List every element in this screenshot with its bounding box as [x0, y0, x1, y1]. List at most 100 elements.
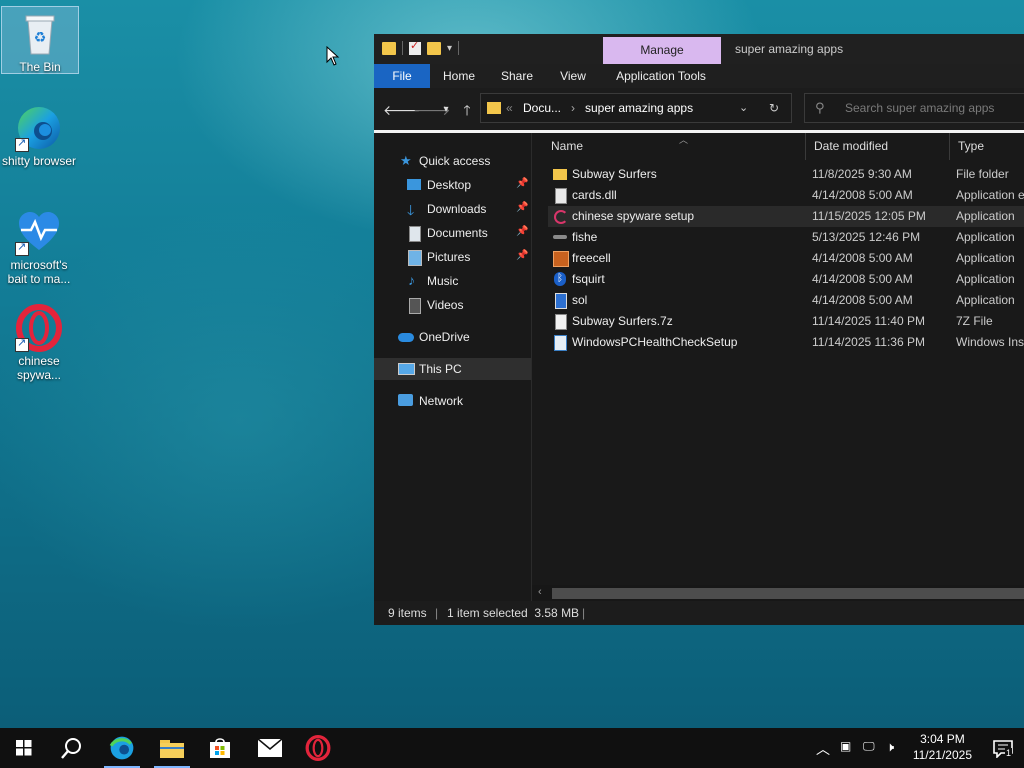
file-row[interactable]: freecell 4/14/2008 5:00 AM Application: [548, 248, 1024, 269]
file-type: File folder: [956, 167, 1009, 181]
show-hidden-icons-chevron-icon[interactable]: ︿: [816, 739, 830, 759]
file-row[interactable]: cards.dll 4/14/2008 5:00 AM Application …: [548, 185, 1024, 206]
recent-locations-chevron-icon[interactable]: ▾: [436, 100, 456, 120]
store-bag-icon: [210, 738, 230, 758]
nav-item-desktop[interactable]: Desktop 📌: [374, 174, 531, 196]
item-count: 9 items: [388, 606, 427, 620]
taskbar: ︿ ▣ 🖵 🕨 3:04 PM 11/21/2025 1: [0, 728, 1024, 768]
breadcrumb-parent[interactable]: Docu...: [523, 101, 561, 115]
ribbon-tabs: File Home Share View Application Tools: [374, 64, 1024, 88]
manage-context-tab[interactable]: Manage: [603, 37, 721, 64]
file-type: Application: [956, 209, 1015, 223]
file-icon: [555, 314, 567, 330]
refresh-icon[interactable]: ↻: [769, 101, 779, 115]
nav-item-label: Desktop: [427, 178, 472, 192]
address-dropdown-chevron-icon[interactable]: ⌄: [739, 101, 748, 114]
nav-item-label: This PC: [419, 362, 462, 376]
nav-item-videos[interactable]: Videos: [374, 294, 531, 316]
pin-icon[interactable]: 📌: [516, 226, 528, 237]
nav-item-label: Quick access: [419, 154, 491, 168]
search-box[interactable]: ⚲ Search super amazing apps: [804, 93, 1024, 123]
file-date: 4/14/2008 5:00 AM: [812, 293, 913, 307]
file-date: 4/14/2008 5:00 AM: [812, 251, 913, 265]
tab-file[interactable]: File: [374, 64, 430, 88]
recycle-bin-icon: ♻: [16, 10, 64, 58]
column-header-type[interactable]: Type: [950, 133, 1024, 160]
breadcrumb-current[interactable]: super amazing apps: [585, 101, 693, 115]
back-arrow-icon[interactable]: 🡐: [383, 100, 421, 120]
tab-home[interactable]: Home: [436, 64, 482, 88]
divider: [458, 41, 460, 55]
svg-text:♻: ♻: [34, 30, 47, 46]
nav-item-this-pc[interactable]: This PC: [374, 358, 531, 380]
nav-item-pictures[interactable]: Pictures 📌: [374, 246, 531, 268]
selection-info: 1 item selected 3.58 MB: [447, 606, 580, 620]
file-explorer-window: ▾ Manage super amazing apps File Home Sh…: [374, 34, 1024, 625]
forward-arrow-icon[interactable]: 🡒: [413, 100, 451, 120]
solitaire-icon: [555, 293, 567, 309]
pin-icon[interactable]: 📌: [516, 202, 528, 213]
nav-item-label: Documents: [427, 226, 488, 240]
file-name: chinese spyware setup: [572, 209, 695, 223]
breadcrumb-overflow-icon[interactable]: «: [506, 101, 513, 115]
column-header-name[interactable]: Name ︿: [543, 133, 806, 160]
mail-icon: [258, 739, 282, 757]
title-bar[interactable]: ▾ Manage super amazing apps: [374, 34, 1024, 64]
taskbar-opera[interactable]: [294, 728, 342, 768]
nav-item-documents[interactable]: Documents 📌: [374, 222, 531, 244]
file-row[interactable]: WindowsPCHealthCheckSetup 11/14/2025 11:…: [548, 332, 1024, 353]
volume-muted-icon[interactable]: 🕨: [886, 739, 894, 755]
taskbar-store[interactable]: [196, 728, 244, 768]
file-row[interactable]: ᛒ fsquirt 4/14/2008 5:00 AM Application: [548, 269, 1024, 290]
taskbar-edge[interactable]: [98, 728, 146, 768]
tab-share[interactable]: Share: [494, 64, 540, 88]
action-center-button[interactable]: 1: [990, 734, 1018, 762]
nav-item-network[interactable]: Network: [374, 390, 531, 412]
network-status-icon[interactable]: 🖵: [863, 739, 875, 754]
customize-toolbar-chevron-icon[interactable]: ▾: [447, 43, 452, 54]
taskbar-mail[interactable]: [246, 728, 294, 768]
system-clock[interactable]: 3:04 PM 11/21/2025: [913, 731, 972, 763]
scroll-left-icon[interactable]: ‹: [538, 586, 542, 598]
nav-item-onedrive[interactable]: OneDrive: [374, 326, 531, 348]
opera-icon: [15, 304, 63, 352]
nav-item-quick-access[interactable]: ★ Quick access: [374, 150, 531, 172]
column-header-label: Type: [958, 139, 985, 153]
start-button[interactable]: [0, 728, 48, 768]
nav-item-downloads[interactable]: 🡓 Downloads 📌: [374, 198, 531, 220]
file-row[interactable]: Subway Surfers.7z 11/14/2025 11:40 PM 7Z…: [548, 311, 1024, 332]
column-header-date[interactable]: Date modified: [806, 133, 950, 160]
scrollbar-thumb[interactable]: [552, 588, 1024, 599]
breadcrumb-separator-icon[interactable]: ›: [571, 101, 575, 115]
horizontal-scrollbar[interactable]: ‹: [532, 585, 1024, 601]
folder-icon: [160, 740, 184, 758]
tab-view[interactable]: View: [550, 64, 596, 88]
desktop-icon-health[interactable]: microsoft's bait to ma...: [1, 208, 77, 286]
pin-icon[interactable]: 📌: [516, 250, 528, 261]
nav-item-music[interactable]: ♪ Music: [374, 270, 531, 292]
tab-application-tools[interactable]: Application Tools: [606, 64, 716, 88]
file-name: cards.dll: [572, 188, 617, 202]
folder-icon: [553, 169, 567, 180]
file-row[interactable]: sol 4/14/2008 5:00 AM Application: [548, 290, 1024, 311]
search-button[interactable]: [48, 728, 96, 768]
address-bar[interactable]: « Docu... › super amazing apps ⌄ ↻: [480, 93, 792, 123]
file-row[interactable]: Subway Surfers 11/8/2025 9:30 AM File fo…: [548, 164, 1024, 185]
file-row[interactable]: fishe 5/13/2025 12:46 PM Application: [548, 227, 1024, 248]
nav-item-label: Downloads: [427, 202, 487, 216]
document-icon: [409, 226, 421, 242]
meet-now-icon[interactable]: ▣: [840, 739, 851, 753]
desktop-icon-opera[interactable]: chinese spywa...: [1, 304, 77, 382]
navigation-pane: ★ Quick access Desktop 📌 🡓 Downloads 📌 D…: [374, 133, 532, 601]
window-title: super amazing apps: [735, 42, 844, 56]
file-list: Name ︿ Date modified Type Subway Surfers…: [532, 133, 1024, 585]
new-folder-icon[interactable]: [427, 41, 441, 55]
up-arrow-icon[interactable]: 🡑: [457, 100, 477, 120]
taskbar-file-explorer[interactable]: [148, 728, 196, 768]
freecell-icon: [553, 251, 569, 267]
desktop-icon-recycle-bin[interactable]: ♻ The Bin: [1, 6, 79, 74]
desktop-icon-browser[interactable]: shitty browser: [1, 104, 77, 168]
pin-icon[interactable]: 📌: [516, 178, 528, 189]
file-row[interactable]: chinese spyware setup 11/15/2025 12:05 P…: [548, 206, 1024, 227]
properties-icon[interactable]: [409, 39, 421, 55]
